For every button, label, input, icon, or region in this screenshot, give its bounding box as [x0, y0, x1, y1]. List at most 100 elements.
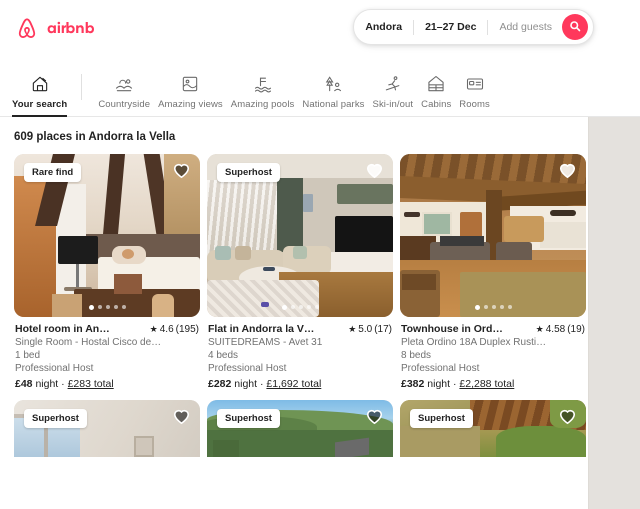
price-per-night: £382: [401, 378, 425, 390]
price-night-suffix: night: [427, 378, 451, 390]
listing-photo-carousel[interactable]: Superhost: [207, 154, 393, 317]
category-tab-your-search[interactable]: Your search: [8, 58, 71, 117]
listing-rating: ★ 4.58 (19): [536, 324, 585, 335]
carousel-dot[interactable]: [105, 305, 110, 309]
carousel-dot[interactable]: [491, 305, 496, 309]
heart-icon[interactable]: [365, 161, 384, 180]
listing-beds: 1 bed: [15, 350, 41, 361]
category-tab-amazing-views[interactable]: Amazing views: [154, 58, 227, 116]
category-tab-rooms[interactable]: Rooms: [455, 58, 494, 116]
listing-card[interactable]: Townhouse in Ord… ★ 4.58 (19) Pleta Ordi…: [400, 154, 586, 390]
listing-card[interactable]: Superhost: [207, 154, 393, 390]
star-icon: ★: [149, 324, 158, 334]
rating-reviews: (19): [567, 324, 585, 335]
listing-price: £382 night · £2,288 total: [401, 378, 515, 390]
airbnb-logo[interactable]: [14, 15, 106, 43]
category-label: Your search: [12, 99, 68, 110]
listing-subtitle: SUITEDREAMS - Avet 31: [208, 337, 323, 348]
carousel-dots[interactable]: [400, 305, 586, 310]
listing-rating: ★ 4.6 (195): [150, 324, 199, 335]
listing-title: Hotel room in An…: [15, 323, 110, 335]
category-tab-national-parks[interactable]: National parks: [298, 58, 368, 116]
listing-subtitle: Single Room - Hostal Cisco de…: [15, 337, 162, 348]
carousel-dot[interactable]: [499, 305, 504, 309]
price-per-night: £282: [208, 378, 232, 390]
carousel-dots[interactable]: [207, 305, 393, 310]
listing-card[interactable]: Superhost: [400, 400, 586, 457]
heart-icon[interactable]: [365, 407, 384, 426]
heart-icon[interactable]: [172, 407, 191, 426]
listing-title-row: Townhouse in Ord… ★ 4.58 (19): [401, 323, 585, 335]
carousel-dot[interactable]: [483, 305, 488, 309]
listing-host-type: Professional Host: [208, 363, 287, 374]
listing-beds: 4 beds: [208, 350, 239, 361]
category-tab-countryside[interactable]: Countryside: [94, 58, 154, 116]
category-label: Countryside: [98, 99, 151, 110]
airbnb-wordmark: [44, 19, 106, 39]
listing-badge: Superhost: [410, 409, 473, 428]
carousel-dot[interactable]: [88, 305, 94, 310]
category-tab-ski-in-out[interactable]: Ski-in/out: [369, 58, 418, 116]
carousel-dot[interactable]: [290, 305, 295, 309]
listing-info: Flat in Andorra la V… ★ 5.0 (17) SUITEDR…: [207, 317, 393, 390]
heart-icon[interactable]: [558, 407, 577, 426]
category-tab-amazing-pools[interactable]: Amazing pools: [227, 58, 299, 116]
listing-card[interactable]: Superhost: [14, 400, 200, 457]
listing-photo-carousel[interactable]: Superhost: [400, 400, 586, 457]
search-bar[interactable]: Andora 21–27 Dec Add guests: [353, 9, 594, 45]
carousel-dots[interactable]: [14, 305, 200, 310]
category-label: Amazing views: [158, 99, 223, 110]
search-dates-value[interactable]: 21–27 Dec: [414, 10, 487, 44]
rooms-icon: [465, 73, 485, 95]
carousel-dot[interactable]: [298, 305, 303, 309]
countryside-icon: [114, 73, 134, 95]
listing-host-type: Professional Host: [401, 363, 480, 374]
price-total[interactable]: £2,288 total: [459, 378, 514, 390]
amazing-views-icon: [180, 73, 200, 95]
listing-photo-carousel[interactable]: Superhost: [14, 400, 200, 457]
rating-value: 4.58: [545, 324, 566, 335]
listing-rating: ★ 5.0 (17): [348, 324, 392, 335]
carousel-dot[interactable]: [314, 305, 319, 309]
carousel-dot[interactable]: [306, 305, 311, 309]
category-label: National parks: [302, 99, 365, 110]
rating-value: 4.6: [159, 324, 174, 335]
listing-title: Townhouse in Ord…: [401, 323, 503, 335]
category-tab-cabins[interactable]: Cabins: [417, 58, 455, 116]
listing-title-row: Hotel room in An… ★ 4.6 (195): [15, 323, 199, 335]
site-header: Andora 21–27 Dec Add guests: [0, 0, 640, 57]
search-guests-field[interactable]: Add guests: [488, 10, 562, 44]
category-label: Ski-in/out: [372, 99, 414, 110]
carousel-dot[interactable]: [121, 305, 126, 309]
listing-beds: 8 beds: [401, 350, 432, 361]
listing-badge: Superhost: [217, 163, 280, 182]
airbnb-search-results-page: Andora 21–27 Dec Add guests Your search …: [0, 0, 640, 509]
carousel-dot[interactable]: [97, 305, 102, 309]
listing-photo-carousel[interactable]: [400, 154, 586, 317]
price-total[interactable]: £1,692 total: [266, 378, 321, 390]
listing-badge: Superhost: [24, 409, 87, 428]
category-filter-bar: Your search Countryside Amazing views Am…: [0, 57, 640, 117]
search-location-value[interactable]: Andora: [354, 10, 413, 44]
listing-photo-carousel[interactable]: Rare find: [14, 154, 200, 317]
national-parks-icon: [323, 73, 343, 95]
price-total[interactable]: £283 total: [68, 378, 114, 390]
listing-photo-carousel[interactable]: Superhost: [207, 400, 393, 457]
listing-card[interactable]: Rare find Hotel room in An… ★ 4.6 (195) …: [14, 154, 200, 390]
search-submit-button[interactable]: [562, 14, 588, 40]
airbnb-bowtie-logo-icon: [14, 15, 40, 43]
star-icon: ★: [535, 324, 544, 334]
listing-badge: Superhost: [217, 409, 280, 428]
heart-icon[interactable]: [172, 161, 191, 180]
listing-badge: Rare find: [24, 163, 82, 182]
heart-icon[interactable]: [558, 161, 577, 180]
star-icon: ★: [348, 324, 357, 334]
listing-card[interactable]: Superhost: [207, 400, 393, 457]
carousel-dot[interactable]: [474, 305, 480, 310]
cabin-icon: [426, 73, 446, 95]
price-night-suffix: night: [234, 378, 258, 390]
carousel-dot[interactable]: [113, 305, 118, 309]
carousel-dot[interactable]: [281, 305, 287, 310]
listing-price: £282 night · £1,692 total: [208, 378, 322, 390]
carousel-dot[interactable]: [507, 305, 512, 309]
